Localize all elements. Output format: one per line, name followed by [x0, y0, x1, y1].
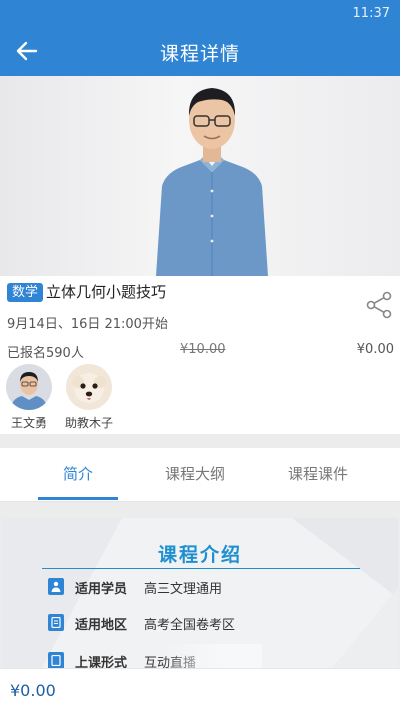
- tab-bar: 简介 课程大纲 课程课件: [0, 448, 400, 502]
- course-cover-image: [0, 76, 400, 276]
- subject-tag: 数学: [7, 283, 44, 302]
- tab-intro[interactable]: 简介: [38, 448, 118, 502]
- status-bar: 11:37: [0, 0, 400, 26]
- course-price: ¥0.00: [356, 342, 394, 357]
- intro-divider: [42, 568, 360, 569]
- enrolled-count: 已报名590人: [7, 346, 84, 361]
- bottom-bar: ¥0.00: [0, 668, 400, 711]
- status-time: 11:37: [352, 6, 390, 21]
- row-value: 高考全国卷考区: [144, 618, 236, 633]
- share-icon[interactable]: [365, 290, 395, 320]
- course-info-card: 数学 立体几何小题技巧 9月14日、16日 21:00开始 已报名590人 ¥1…: [0, 276, 400, 434]
- tab-outline[interactable]: 课程大纲: [155, 448, 235, 502]
- row-value: 高三文理通用: [144, 582, 223, 597]
- row-key: 上课形式: [75, 656, 128, 668]
- assistant-card[interactable]: 助教木子: [54, 364, 124, 431]
- course-schedule: 9月14日、16日 21:00开始: [7, 317, 168, 332]
- avatar: [66, 364, 112, 410]
- row-key: 适用地区: [75, 618, 128, 633]
- course-intro-panel: 课程介绍 适用学员 高三文理通用 适用地区 高考全国卷考区 上课形式 互动直播: [2, 518, 398, 668]
- content-fade: [162, 644, 262, 668]
- active-tab-indicator: [38, 497, 118, 500]
- original-price: ¥10.00: [180, 342, 226, 357]
- teacher-photo: [156, 88, 268, 276]
- assistant-name: 助教木子: [64, 416, 113, 430]
- avatar: [6, 364, 52, 410]
- total-amount: ¥0.00: [10, 681, 56, 700]
- tab-materials[interactable]: 课程课件: [278, 448, 358, 502]
- course-title: 立体几何小题技巧: [46, 283, 167, 301]
- document-icon: [48, 614, 64, 631]
- person-icon: [48, 578, 64, 595]
- intro-title: 课程介绍: [157, 544, 242, 566]
- row-key: 适用学员: [75, 582, 128, 597]
- app-bar: 课程详情: [0, 26, 400, 76]
- screen-icon: [48, 652, 64, 668]
- page-title: 课程详情: [159, 43, 240, 65]
